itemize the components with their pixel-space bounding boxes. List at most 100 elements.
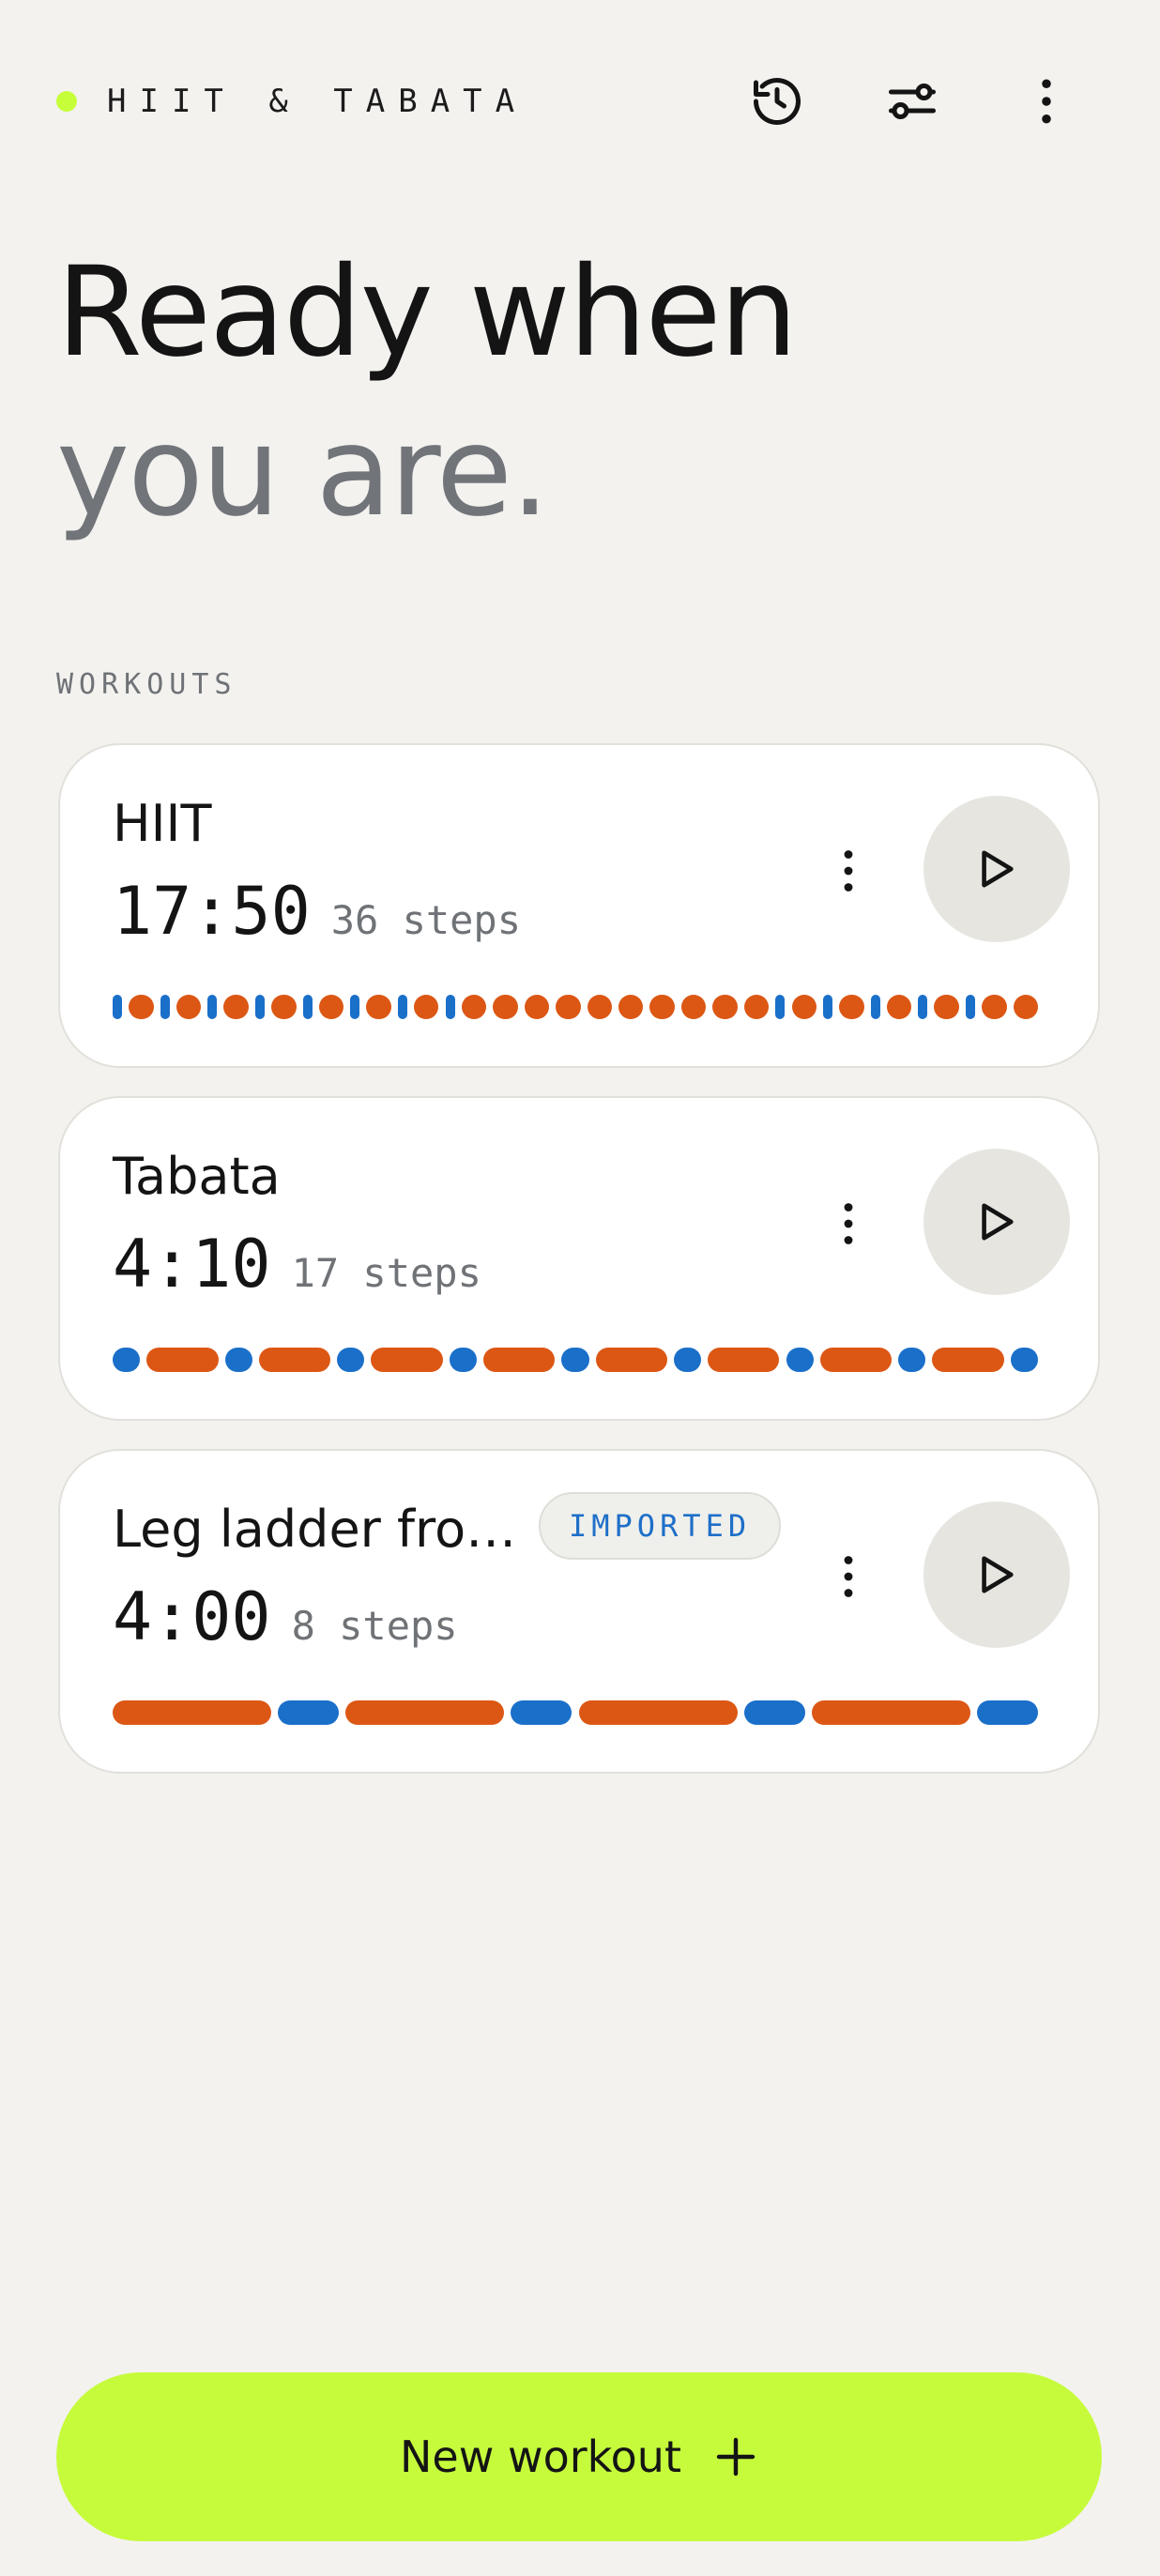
work-interval-segment (258, 1348, 331, 1372)
rest-interval-segment (449, 1348, 478, 1372)
rest-interval-segment (160, 995, 170, 1019)
work-interval-segment (886, 995, 912, 1019)
interval-timeline (113, 1348, 1038, 1372)
work-interval-segment (618, 995, 644, 1019)
new-workout-button[interactable]: New workout (56, 2372, 1102, 2541)
work-interval-segment (680, 995, 707, 1019)
more-options-button[interactable] (1007, 62, 1086, 141)
app-brand: HIIT & TABATA (56, 83, 527, 120)
work-interval-segment (712, 995, 738, 1019)
history-button[interactable] (738, 62, 817, 141)
rest-interval-segment (673, 1348, 702, 1372)
work-interval-segment (839, 995, 864, 1019)
more-vertical-icon (844, 850, 853, 892)
work-interval-segment (587, 995, 612, 1019)
rest-interval-segment (775, 995, 786, 1019)
filter-settings-button[interactable] (873, 62, 952, 141)
more-vertical-icon (1042, 79, 1051, 124)
work-interval-segment (578, 1700, 738, 1725)
work-interval-segment (176, 995, 202, 1019)
work-interval-segment (113, 1700, 272, 1725)
work-interval-segment (129, 995, 154, 1019)
work-interval-segment (146, 1348, 219, 1372)
new-workout-label: New workout (400, 2431, 681, 2482)
work-interval-segment (493, 995, 518, 1019)
work-interval-segment (649, 995, 675, 1019)
work-interval-segment (1013, 995, 1038, 1019)
workout-meta: 4:00 8 steps (113, 1578, 458, 1655)
workout-steps: 36 steps (330, 897, 522, 943)
rest-interval-segment (743, 1700, 805, 1725)
rest-interval-segment (786, 1348, 814, 1372)
sliders-icon (889, 84, 936, 119)
play-icon (982, 1556, 1014, 1593)
work-interval-segment (743, 995, 770, 1019)
work-interval-segment (271, 995, 297, 1019)
workout-duration: 4:10 (113, 1226, 271, 1303)
work-interval-segment (366, 995, 391, 1019)
section-label-workouts: WORKOUTS (56, 668, 237, 701)
workout-card-hiit[interactable]: HIIT 17:50 36 steps (58, 743, 1100, 1068)
rest-interval-segment (870, 995, 880, 1019)
workout-duration: 17:50 (113, 873, 311, 950)
workout-menu-button[interactable] (811, 1539, 886, 1614)
work-interval-segment (819, 1348, 893, 1372)
more-vertical-icon (844, 1203, 853, 1244)
workout-title: HIIT (113, 794, 212, 853)
rest-interval-segment (397, 995, 408, 1019)
play-button[interactable] (923, 1149, 1070, 1295)
play-button[interactable] (923, 1501, 1070, 1648)
rest-interval-segment (561, 1348, 589, 1372)
workout-meta: 4:10 17 steps (113, 1226, 481, 1303)
status-dot (56, 91, 77, 112)
work-interval-segment (982, 995, 1007, 1019)
interval-timeline (113, 995, 1038, 1019)
play-icon (982, 1203, 1014, 1241)
more-vertical-icon (844, 1556, 853, 1597)
rest-interval-segment (965, 995, 976, 1019)
history-icon (754, 78, 801, 126)
rest-interval-segment (976, 1700, 1038, 1725)
rest-interval-segment (278, 1700, 340, 1725)
rest-interval-segment (113, 995, 123, 1019)
rest-interval-segment (898, 1348, 926, 1372)
work-interval-segment (483, 1348, 556, 1372)
top-bar: HIIT & TABATA (0, 0, 1160, 202)
work-interval-segment (556, 995, 581, 1019)
rest-interval-segment (350, 995, 360, 1019)
work-interval-segment (934, 995, 959, 1019)
workout-steps: 8 steps (291, 1603, 458, 1649)
workout-title: Leg ladder fro… (113, 1500, 517, 1559)
work-interval-segment (791, 995, 817, 1019)
work-interval-segment (811, 1700, 970, 1725)
rest-interval-segment (1010, 1348, 1038, 1372)
rest-interval-segment (207, 995, 218, 1019)
work-interval-segment (345, 1700, 505, 1725)
work-interval-segment (708, 1348, 780, 1372)
workout-card-leg-ladder[interactable]: Leg ladder fro… IMPORTED 4:00 8 steps (58, 1449, 1100, 1774)
play-icon (982, 850, 1014, 888)
rest-interval-segment (224, 1348, 252, 1372)
work-interval-segment (932, 1348, 1004, 1372)
hero-line-1: Ready when (56, 240, 798, 385)
work-interval-segment (524, 995, 550, 1019)
work-interval-segment (595, 1348, 667, 1372)
work-interval-segment (461, 995, 487, 1019)
work-interval-segment (318, 995, 344, 1019)
interval-timeline (113, 1700, 1038, 1725)
hero-heading: Ready when you are. (56, 233, 798, 552)
workout-title: Tabata (113, 1147, 281, 1206)
work-interval-segment (371, 1348, 443, 1372)
workout-duration: 4:00 (113, 1578, 271, 1655)
hero-line-2: you are. (56, 400, 550, 544)
rest-interval-segment (113, 1348, 141, 1372)
rest-interval-segment (822, 995, 833, 1019)
workout-menu-button[interactable] (811, 833, 886, 908)
workout-menu-button[interactable] (811, 1186, 886, 1261)
work-interval-segment (414, 995, 439, 1019)
app-title: HIIT & TABATA (107, 83, 528, 120)
workout-card-tabata[interactable]: Tabata 4:10 17 steps (58, 1096, 1100, 1421)
play-button[interactable] (923, 796, 1070, 942)
work-interval-segment (223, 995, 249, 1019)
imported-badge: IMPORTED (539, 1492, 782, 1560)
